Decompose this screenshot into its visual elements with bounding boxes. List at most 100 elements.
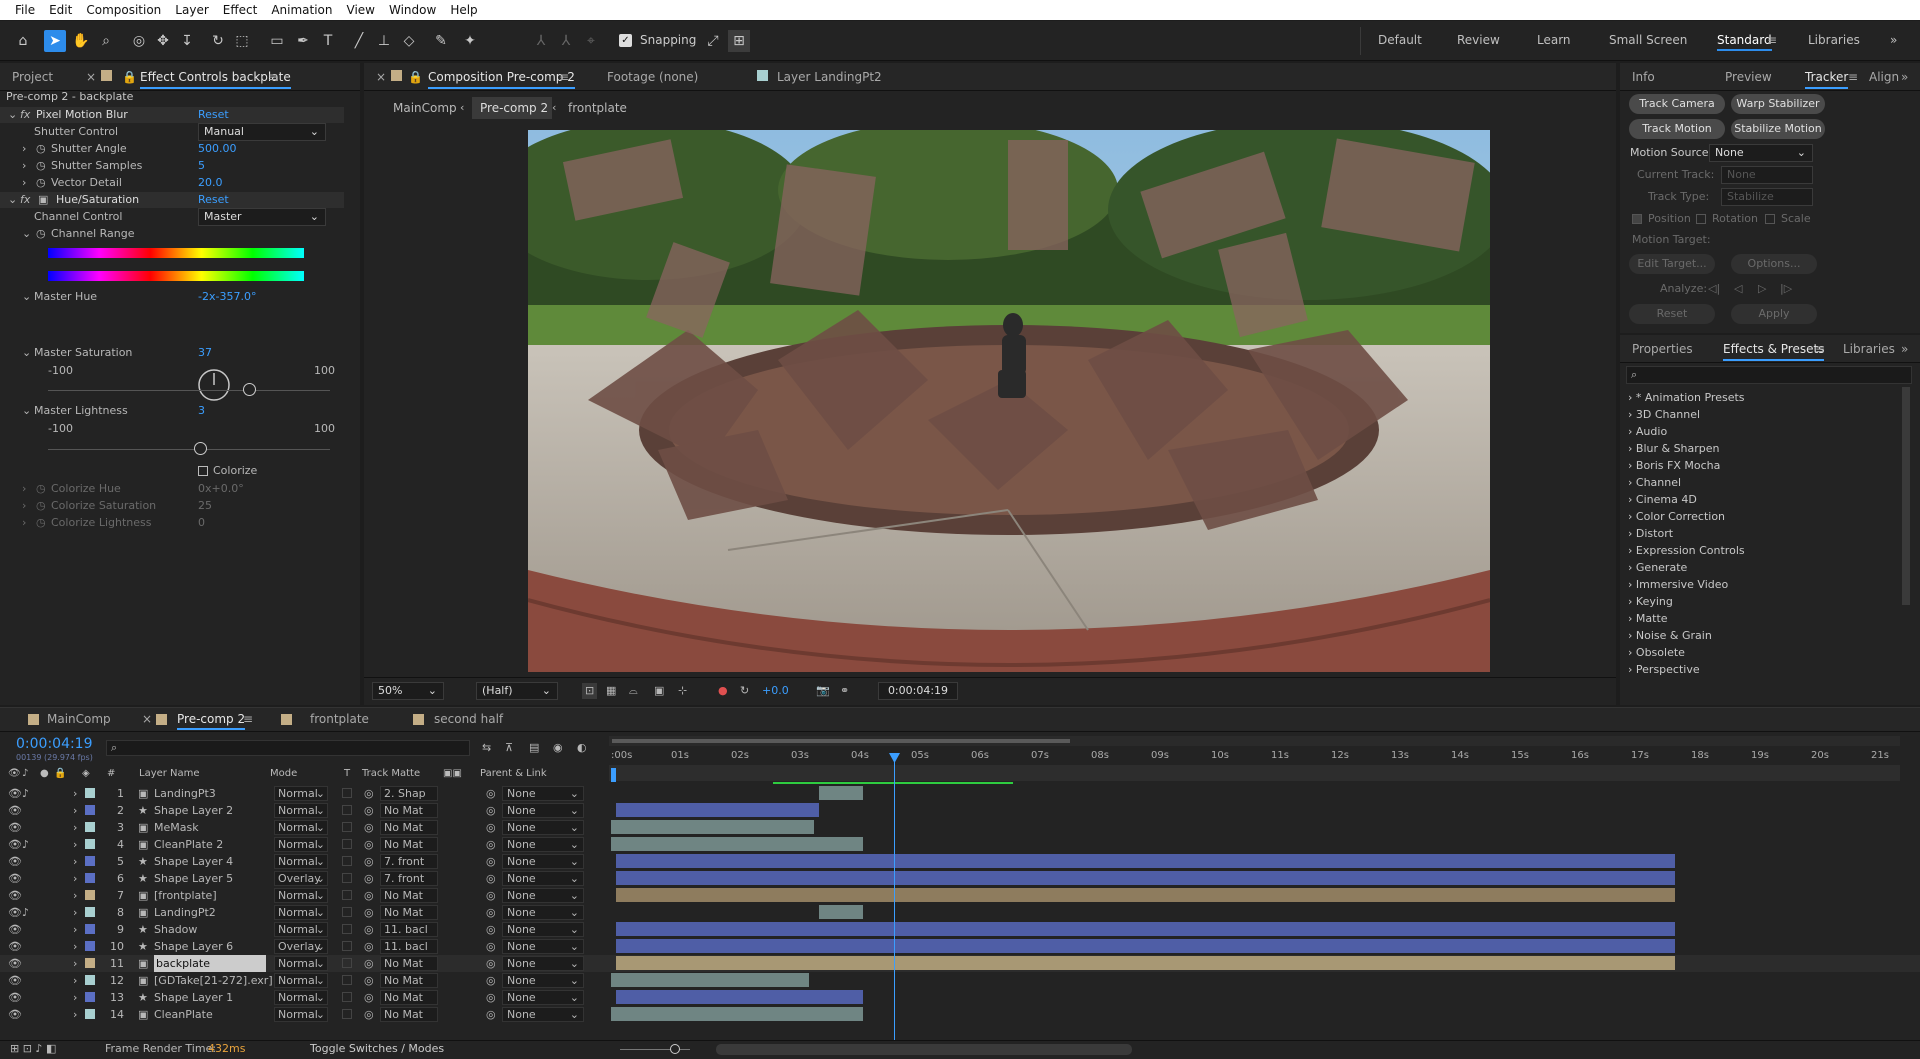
layer-name[interactable]: Shape Layer 4 — [154, 853, 233, 870]
effect-category-item[interactable]: › Obsolete — [1628, 645, 1685, 661]
blend-mode-dropdown[interactable]: Normal ⌄ — [274, 973, 328, 988]
reset-button[interactable]: Reset — [1629, 304, 1715, 324]
effect-category-item[interactable]: › Boris FX Mocha — [1628, 458, 1720, 474]
layer-label-color[interactable] — [85, 890, 95, 900]
parent-dropdown[interactable]: None ⌄ — [502, 854, 584, 869]
show-snapshot-icon[interactable]: ⚭ — [840, 683, 849, 699]
stopwatch-icon[interactable]: ◷ — [36, 515, 46, 531]
work-area-range[interactable] — [612, 739, 1070, 743]
expand-arrow-icon[interactable]: › — [22, 141, 26, 157]
effect-category-item[interactable]: › Immersive Video — [1628, 577, 1728, 593]
layer-label-color[interactable] — [85, 924, 95, 934]
pan-camera-icon[interactable]: ✥ — [152, 30, 174, 52]
expand-arrow-icon[interactable]: › — [73, 870, 77, 887]
column-layer-name[interactable]: Layer Name — [139, 768, 200, 779]
collapse-arrow-icon[interactable]: ⌄ — [22, 345, 31, 361]
workspace-standard[interactable]: Standard — [1717, 33, 1772, 51]
layer-name[interactable]: Shape Layer 6 — [154, 938, 233, 955]
snapshot-icon[interactable]: 📷 — [816, 683, 830, 699]
track-matte-dropdown[interactable]: No Mat — [380, 820, 438, 835]
motion-source-dropdown[interactable]: None ⌄ — [1709, 144, 1813, 162]
expand-arrow-icon[interactable]: › — [73, 802, 77, 819]
effect-category-item[interactable]: › Color Correction — [1628, 509, 1725, 525]
colorize-lightness-value[interactable]: 0 — [198, 515, 205, 531]
preserve-transparency-checkbox[interactable] — [342, 890, 352, 900]
track-matte-dropdown[interactable]: No Mat — [380, 905, 438, 920]
axis-world-icon[interactable]: ⅄ — [555, 30, 577, 52]
time-ruler[interactable]: :00s 01s 02s 03s 04s 05s 06s 07s 08s 09s 10s 11s 12s… — [609, 748, 1900, 764]
parent-dropdown[interactable]: None ⌄ — [502, 905, 584, 920]
preserve-transparency-checkbox[interactable] — [342, 941, 352, 951]
analyze-forward-all-icon[interactable]: |▷ — [1780, 281, 1792, 297]
effect-category-item[interactable]: › Cinema 4D — [1628, 492, 1697, 508]
reset-pmb-button[interactable]: Reset — [198, 107, 229, 123]
position-checkbox[interactable] — [1632, 214, 1642, 224]
workspace-libraries[interactable]: Libraries — [1808, 33, 1860, 47]
eye-icon[interactable]: 👁 — [8, 836, 22, 853]
matte-link-icon[interactable]: ◎ — [364, 819, 374, 836]
reset-exposure-icon[interactable]: ↻ — [740, 683, 749, 699]
parent-dropdown[interactable]: None ⌄ — [502, 871, 584, 886]
matte-link-icon[interactable]: ◎ — [364, 989, 374, 1006]
render-icons[interactable]: ⊞ ⊡ ♪ ◧ — [10, 1041, 56, 1057]
layer-duration-bar[interactable] — [611, 820, 814, 834]
panel-menu-icon[interactable]: ≡ — [243, 712, 253, 726]
layer-duration-bar[interactable] — [818, 905, 864, 919]
stabilize-motion-button[interactable]: Stabilize Motion — [1731, 119, 1825, 139]
rotate-tool-icon[interactable]: ↻ — [207, 30, 229, 52]
analyze-back-all-icon[interactable]: ◁| — [1708, 281, 1720, 297]
expand-arrow-icon[interactable]: › — [73, 938, 77, 955]
layer-name[interactable]: Shape Layer 5 — [154, 870, 233, 887]
eye-icon[interactable]: 👁 — [8, 904, 22, 921]
blend-mode-dropdown[interactable]: Normal ⌄ — [274, 990, 328, 1005]
preserve-transparency-checkbox[interactable] — [342, 856, 352, 866]
pick-whip-icon[interactable]: ◎ — [486, 955, 496, 972]
stopwatch-icon[interactable]: ◷ — [36, 481, 46, 497]
parent-dropdown[interactable]: None ⌄ — [502, 956, 584, 971]
tab-frontplate[interactable]: frontplate — [310, 712, 369, 726]
layer-label-color[interactable] — [85, 805, 95, 815]
menu-composition[interactable]: Composition — [79, 3, 168, 17]
blend-mode-dropdown[interactable]: Overlay ⌄ — [274, 939, 328, 954]
effect-category-item[interactable]: › Generate — [1628, 560, 1687, 576]
layer-label-color[interactable] — [85, 873, 95, 883]
eye-icon[interactable]: 👁 — [8, 870, 22, 887]
blend-mode-dropdown[interactable]: Normal ⌄ — [274, 1007, 328, 1022]
blend-mode-dropdown[interactable]: Normal ⌄ — [274, 922, 328, 937]
layer-duration-bar[interactable] — [615, 990, 864, 1004]
type-tool-icon[interactable]: T — [317, 30, 339, 52]
orbit-camera-icon[interactable]: ◎ — [128, 30, 150, 52]
blend-mode-dropdown[interactable]: Normal ⌄ — [274, 905, 328, 920]
preserve-transparency-checkbox[interactable] — [342, 822, 352, 832]
track-matte-dropdown[interactable]: No Mat — [380, 956, 438, 971]
edit-target-button[interactable]: Edit Target... — [1629, 254, 1715, 274]
expand-arrow-icon[interactable]: › — [73, 785, 77, 802]
frame-blending-icon[interactable]: ◉ — [553, 740, 563, 756]
panel-menu-icon[interactable]: ≡ — [559, 70, 569, 84]
layer-search-input[interactable]: ⌕ — [106, 740, 470, 756]
track-type-dropdown[interactable]: Stabilize — [1721, 188, 1813, 206]
eye-icon[interactable]: 👁 — [8, 853, 22, 870]
toggle-switches-modes[interactable]: Toggle Switches / Modes — [310, 1041, 444, 1057]
pick-whip-icon[interactable]: ◎ — [486, 870, 496, 887]
layer-name[interactable]: LandingPt2 — [154, 904, 216, 921]
expand-arrow-icon[interactable]: › — [22, 175, 26, 191]
eye-icon[interactable]: 👁 — [8, 819, 22, 836]
panel-menu-icon[interactable]: ≡ — [268, 70, 278, 84]
breadcrumb-precomp2[interactable]: Pre-comp 2 — [480, 100, 548, 116]
tab-project[interactable]: Project — [12, 70, 53, 84]
lightness-slider-track[interactable] — [48, 449, 330, 450]
tab-libraries[interactable]: Libraries — [1843, 342, 1895, 356]
blend-mode-dropdown[interactable]: Normal ⌄ — [274, 956, 328, 971]
layer-duration-bar[interactable] — [615, 871, 1676, 885]
parent-dropdown[interactable]: None ⌄ — [502, 973, 584, 988]
track-motion-button[interactable]: Track Motion — [1629, 119, 1725, 139]
tab-tracker[interactable]: Tracker — [1805, 70, 1849, 89]
pick-whip-icon[interactable]: ◎ — [486, 836, 496, 853]
layer-duration-bar[interactable] — [615, 956, 1676, 970]
fx-icon[interactable]: fx — [20, 107, 30, 123]
layer-name[interactable]: backplate — [154, 955, 266, 972]
effect-category-item[interactable]: › Audio — [1628, 424, 1667, 440]
saturation-slider-track[interactable] — [48, 390, 330, 391]
tab-properties[interactable]: Properties — [1632, 342, 1693, 356]
